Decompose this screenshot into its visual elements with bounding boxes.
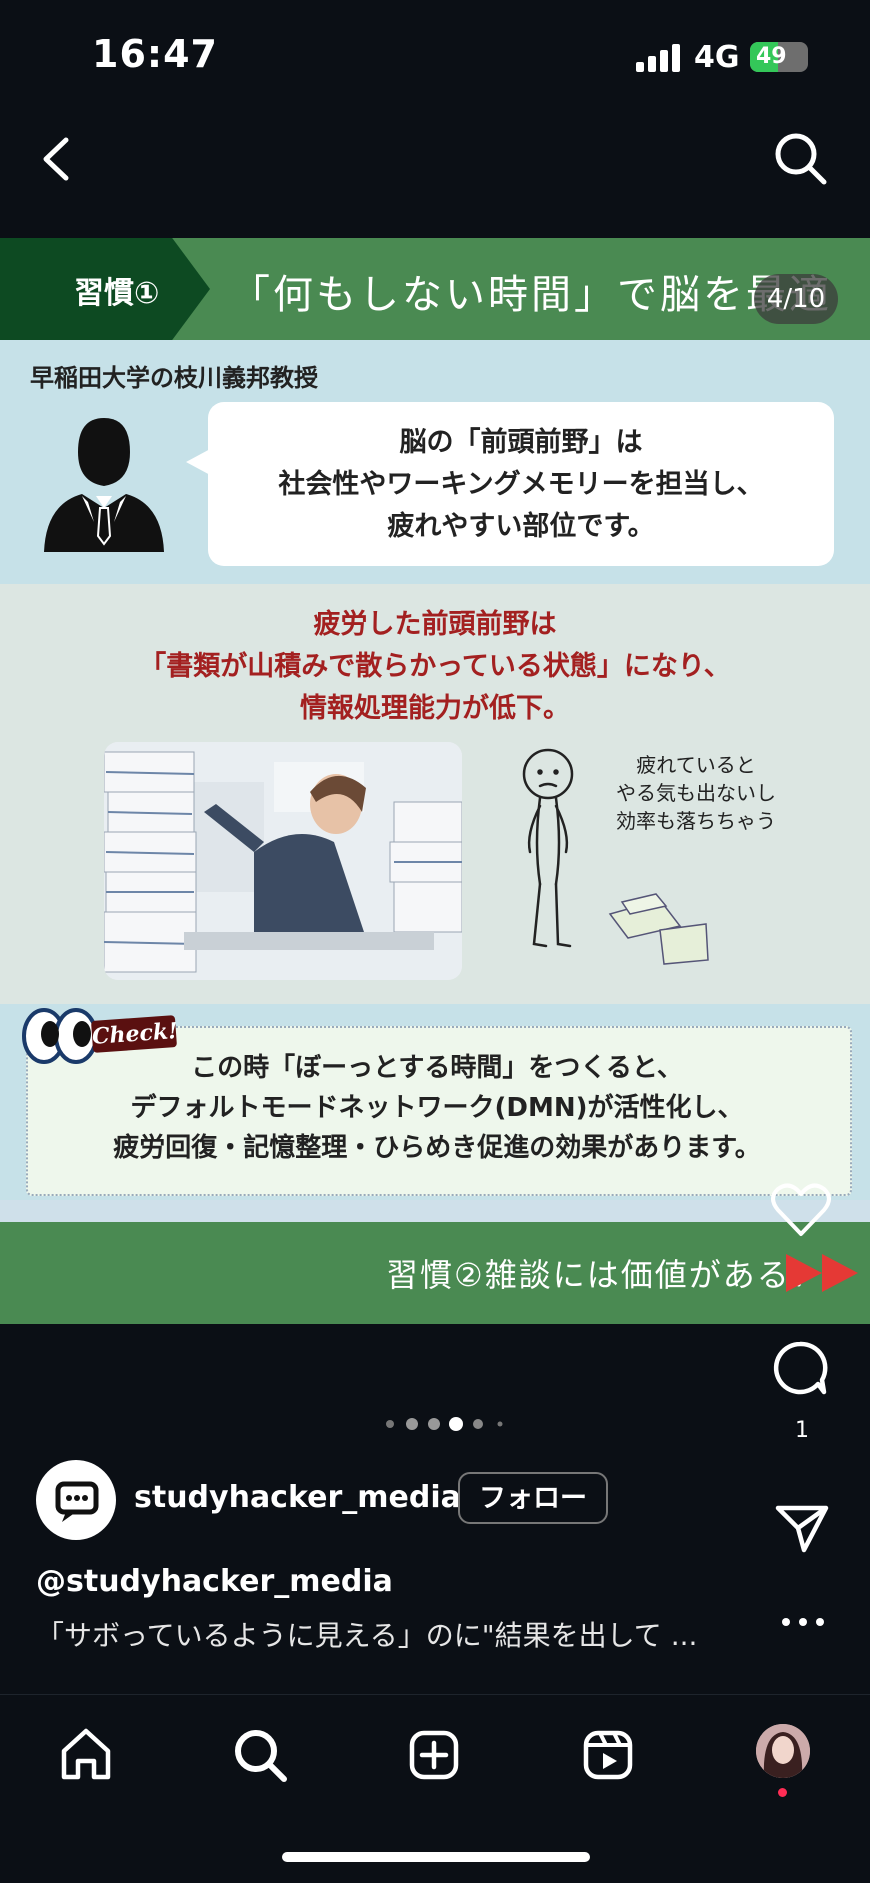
next-habit-text: 習慣②雑談には価値がある！: [386, 1256, 825, 1294]
sketch-line: 疲れていると: [636, 753, 755, 777]
habit-title: 「何もしない時間」で脳を最適: [230, 272, 832, 318]
profile-photo: [756, 1724, 810, 1778]
slide-counter: 4/10: [754, 274, 838, 324]
check-text: この時「ぼーっとする時間」をつくると、 デフォルトモードネットワーク(DMN)が…: [26, 1048, 848, 1168]
check-section: この時「ぼーっとする時間」をつくると、 デフォルトモードネットワーク(DMN)が…: [0, 1004, 870, 1200]
follow-button[interactable]: フォロー: [458, 1472, 608, 1524]
fatigue-section: 疲労した前頭前野は 「書類が山積みで散らかっている状態」になり、 情報処理能力が…: [0, 584, 870, 1004]
home-icon[interactable]: [56, 1725, 116, 1785]
send-icon[interactable]: [774, 1502, 830, 1554]
sketch-line: やる気も出ないし: [616, 781, 776, 805]
check-line: 疲労回復・記憶整理・ひらめき促進の効果があります。: [113, 1133, 761, 1163]
comment-count: 1: [795, 1418, 809, 1443]
businessman-icon: [44, 418, 164, 552]
check-line: この時「ぼーっとする時間」をつくると、: [191, 1053, 683, 1083]
fatigue-line: 「書類が山積みで散らかっている状態」になり、: [139, 651, 731, 682]
check-label: Check!: [90, 1015, 179, 1053]
profile-tab-avatar[interactable]: [756, 1724, 810, 1778]
home-indicator: [282, 1852, 590, 1862]
next-habit-banner: 習慣②雑談には価値がある！: [0, 1222, 870, 1324]
fatigue-line: 情報処理能力が低下。: [300, 693, 570, 724]
caption-user[interactable]: @studyhacker_media: [36, 1564, 393, 1599]
username[interactable]: studyhacker_media: [134, 1480, 461, 1515]
heart-icon[interactable]: [770, 1182, 832, 1238]
fatigue-line: 疲労した前頭前野は: [313, 609, 557, 640]
bubble-line: 脳の「前頭前野」は: [399, 427, 643, 458]
battery-icon: 49: [750, 42, 808, 72]
eyes-icon: [22, 1008, 98, 1064]
bubble-line: 社会性やワーキングメモリーを担当し、: [278, 469, 764, 500]
check-line: デフォルトモードネットワーク(DMN)が活性化し、: [130, 1093, 744, 1123]
stick-figure-illustration: 疲れていると やる気も出ないし 効率も落ちちゃう: [522, 748, 776, 965]
tired-worker-photo: [104, 742, 462, 980]
create-icon[interactable]: [404, 1725, 464, 1785]
habit-tag-label: 習慣①: [74, 276, 160, 311]
back-icon[interactable]: [36, 134, 76, 184]
more-icon[interactable]: [780, 1614, 826, 1630]
next-arrows-icon: [786, 1254, 858, 1292]
bubble-line: 疲れやすい部位です。: [387, 511, 655, 542]
sketch-line: 効率も落ちちゃう: [616, 809, 776, 833]
status-time: 16:47: [92, 32, 218, 76]
search-icon[interactable]: [772, 130, 828, 186]
reels-icon[interactable]: [578, 1725, 638, 1785]
search-tab-icon[interactable]: [230, 1725, 290, 1785]
professor-section: 早稲田大学の枝川義邦教授 脳の「前頭前野」は 社会性やワーキングメモリーを担当し…: [0, 340, 870, 584]
chat-logo-icon: [55, 1481, 99, 1522]
caption-text[interactable]: 「サボっているように見える」のに"結果を出して ...: [36, 1614, 697, 1654]
battery-level: 49: [756, 44, 787, 69]
avatar[interactable]: [36, 1460, 116, 1540]
fatigue-text: 疲労した前頭前野は 「書類が山積みで散らかっている状態」になり、 情報処理能力が…: [0, 604, 870, 730]
notification-dot: [778, 1788, 787, 1797]
network-type: 4G: [694, 40, 740, 75]
carousel-dots: [386, 1417, 503, 1431]
professor-label: 早稲田大学の枝川義邦教授: [30, 364, 318, 392]
bubble-text: 脳の「前頭前野」は 社会性やワーキングメモリーを担当し、 疲れやすい部位です。: [208, 422, 834, 548]
habit-banner: 習慣① 「何もしない時間」で脳を最適 4/10: [0, 238, 870, 340]
comment-icon[interactable]: [772, 1340, 828, 1396]
signal-icon: [636, 44, 680, 72]
post-image[interactable]: 習慣① 「何もしない時間」で脳を最適 4/10 早稲田大学の枝川義邦教授 脳の「…: [0, 238, 870, 1324]
